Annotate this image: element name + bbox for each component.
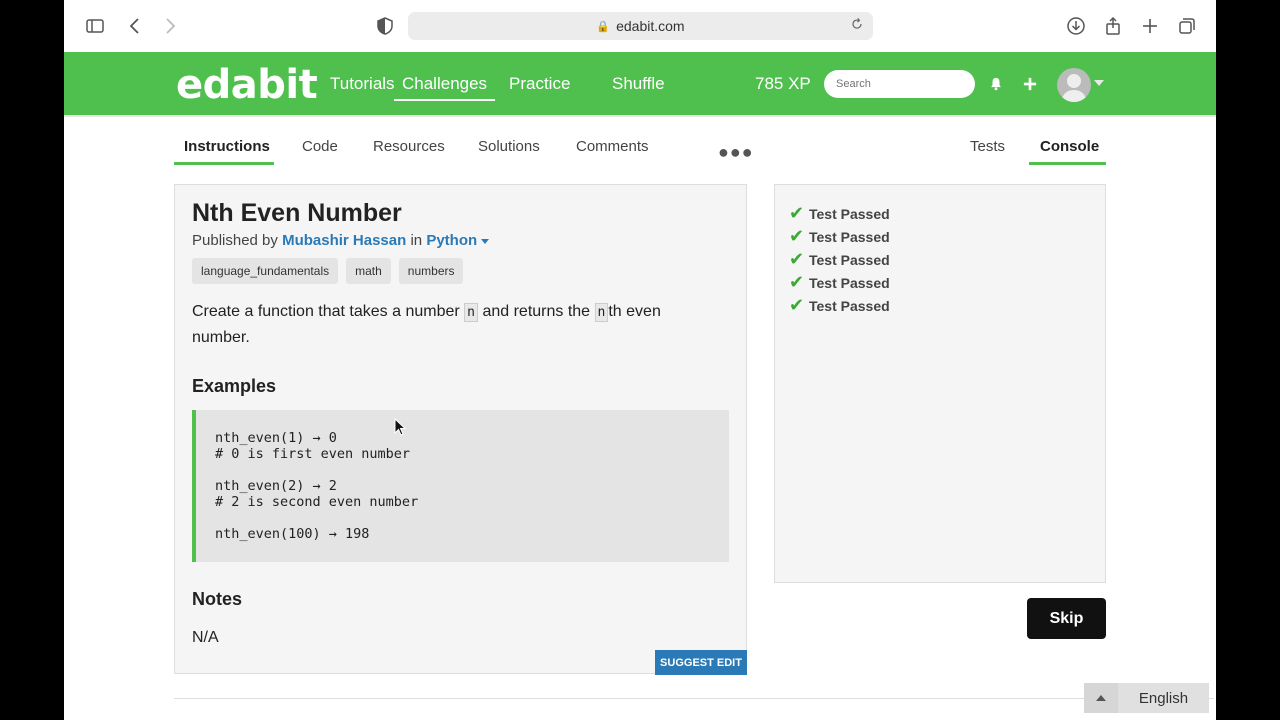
check-icon: ✔	[789, 226, 805, 246]
tab-instructions-underline	[174, 162, 274, 165]
sidebar-toggle-icon[interactable]	[83, 14, 107, 38]
tag-language-fundamentals[interactable]: language_fundamentals	[192, 258, 339, 284]
nav-practice[interactable]: Practice	[509, 74, 570, 94]
test-result: ✔ Test Passed	[789, 225, 1091, 248]
browser-window: 🔒 edabit.com edabit Tutorials Challenges…	[64, 0, 1216, 720]
test-result: ✔ Test Passed	[789, 271, 1091, 294]
test-result: ✔ Test Passed	[789, 294, 1091, 317]
mouse-cursor-icon	[394, 418, 406, 436]
avatar[interactable]	[1057, 68, 1091, 102]
new-tab-icon[interactable]	[1138, 14, 1162, 38]
test-result-label: Test Passed	[809, 228, 890, 245]
test-result-label: Test Passed	[809, 205, 890, 222]
tab-overview-icon[interactable]	[1175, 14, 1199, 38]
nav-shuffle[interactable]: Shuffle	[612, 74, 665, 94]
test-result-label: Test Passed	[809, 297, 890, 314]
forward-icon[interactable]	[158, 14, 182, 38]
check-icon: ✔	[789, 249, 805, 269]
tab-solutions[interactable]: Solutions	[478, 138, 540, 155]
inline-code-n: n	[464, 303, 478, 322]
tab-comments[interactable]: Comments	[576, 138, 649, 155]
lock-icon: 🔒	[596, 20, 611, 33]
nav-challenges[interactable]: Challenges	[394, 74, 496, 101]
inline-code-n: n	[594, 303, 609, 322]
caret-down-icon	[481, 238, 490, 244]
nav-tutorials[interactable]: Tutorials	[330, 74, 395, 94]
challenge-tabs: Instructions Code Resources Solutions Co…	[64, 118, 1216, 168]
tab-tests[interactable]: Tests	[970, 138, 1005, 155]
test-result-label: Test Passed	[809, 251, 890, 268]
console-panel: ✔ Test Passed ✔ Test Passed ✔ Test Passed ✔…	[774, 184, 1106, 583]
divider	[174, 698, 1214, 699]
test-result: ✔ Test Passed	[789, 202, 1091, 225]
more-options-icon[interactable]: ●●●	[718, 142, 754, 163]
tag-list: language_fundamentals math numbers	[192, 258, 464, 284]
suggest-edit-button[interactable]: SUGGEST EDIT	[655, 650, 747, 675]
notes-text: N/A	[192, 629, 219, 646]
xp-counter: 785 XP	[755, 74, 811, 93]
check-icon: ✔	[789, 272, 805, 292]
edabit-logo[interactable]: edabit	[176, 62, 318, 108]
notes-heading: Notes	[192, 589, 243, 609]
tag-numbers[interactable]: numbers	[398, 258, 464, 284]
address-bar[interactable]: 🔒 edabit.com	[408, 12, 873, 40]
privacy-shield-icon[interactable]	[373, 14, 397, 38]
examples-heading: Examples	[192, 376, 277, 396]
bell-icon[interactable]	[986, 74, 1006, 94]
test-result: ✔ Test Passed	[789, 248, 1091, 271]
tab-resources[interactable]: Resources	[373, 138, 445, 155]
search-input[interactable]	[824, 70, 975, 98]
published-by: Published by Mubashir Hassan in Python	[192, 232, 490, 249]
reload-icon[interactable]	[849, 16, 867, 34]
language-label: Python	[426, 232, 478, 249]
chevron-up-icon[interactable]	[1084, 683, 1118, 713]
test-result-label: Test Passed	[809, 274, 890, 291]
language-link[interactable]: Python	[426, 232, 490, 249]
tab-code[interactable]: Code	[302, 138, 338, 155]
in-label: in	[410, 232, 423, 249]
site-header: edabit Tutorials Challenges Practice Shu…	[64, 52, 1216, 117]
download-icon[interactable]	[1064, 14, 1088, 38]
tab-console-underline	[1029, 162, 1106, 165]
challenge-title: Nth Even Number	[192, 199, 402, 227]
language-selector-label: English	[1138, 689, 1189, 707]
desc-text-2: and returns the	[482, 303, 591, 320]
browser-toolbar: 🔒 edabit.com	[64, 0, 1216, 52]
chevron-down-icon[interactable]	[1094, 80, 1104, 86]
back-icon[interactable]	[123, 14, 147, 38]
share-icon[interactable]	[1101, 14, 1125, 38]
published-by-label: Published by	[192, 232, 278, 249]
check-icon: ✔	[789, 295, 805, 315]
examples-code-block: nth_even(1) → 0 # 0 is first even number…	[192, 410, 729, 562]
instructions-panel: Nth Even Number Published by Mubashir Ha…	[174, 184, 747, 675]
tab-instructions[interactable]: Instructions	[184, 138, 270, 155]
tab-console[interactable]: Console	[1040, 138, 1099, 155]
challenge-description: Create a function that takes a number n …	[192, 299, 712, 350]
url-text: edabit.com	[616, 18, 685, 34]
plus-icon[interactable]	[1020, 74, 1040, 94]
check-icon: ✔	[789, 203, 805, 223]
desc-text-1: Create a function that takes a number	[192, 303, 460, 320]
language-selector[interactable]: English	[1084, 683, 1209, 713]
author-link[interactable]: Mubashir Hassan	[282, 232, 406, 249]
skip-button[interactable]: Skip	[1027, 598, 1106, 639]
tag-math[interactable]: math	[346, 258, 391, 284]
